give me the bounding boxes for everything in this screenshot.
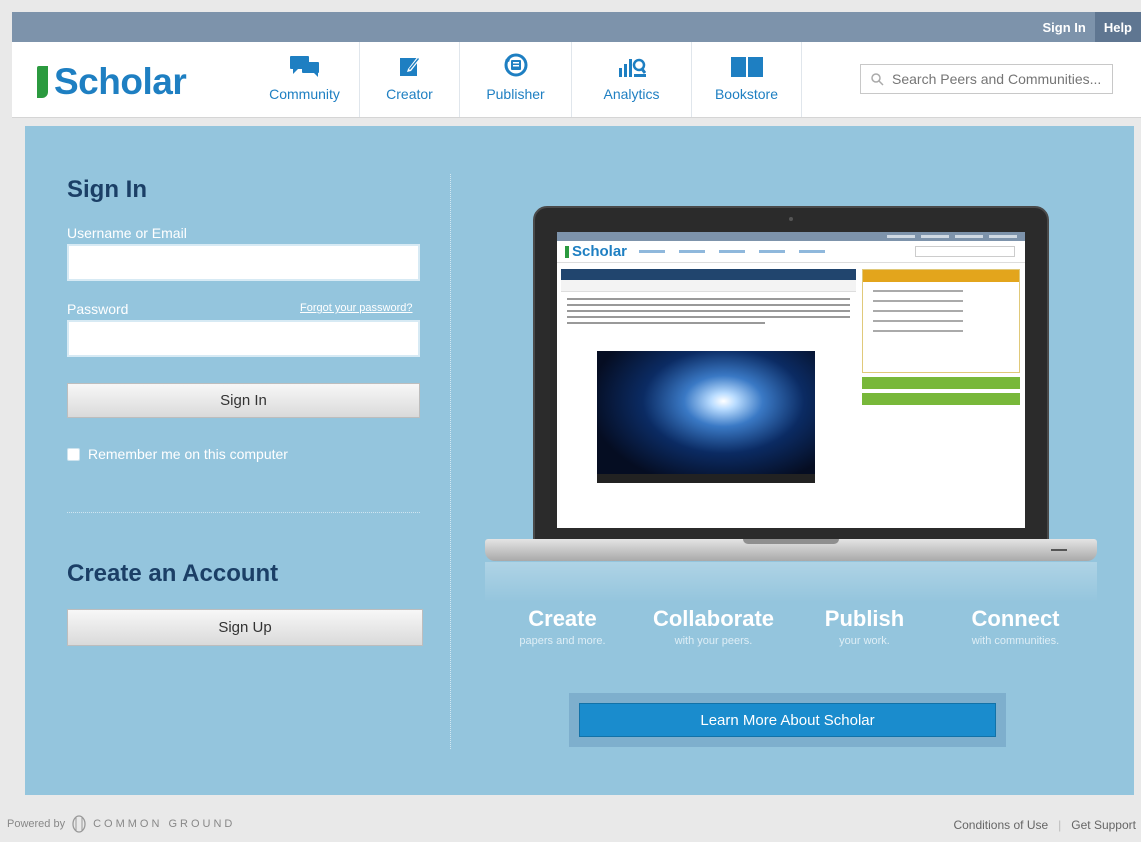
password-label: Password	[67, 301, 129, 317]
username-label: Username or Email	[67, 225, 187, 241]
laptop-reflection	[485, 562, 1097, 602]
help-link[interactable]: Help	[1094, 12, 1141, 42]
password-field[interactable]	[67, 320, 420, 357]
laptop-notch	[743, 539, 839, 544]
feature-connect: Connect with communities.	[940, 606, 1091, 647]
learn-more-wrapper: Learn More About Scholar	[569, 693, 1006, 747]
feature-subtitle: your work.	[839, 635, 890, 647]
remember-checkbox[interactable]	[67, 447, 80, 461]
create-account-title: Create an Account	[67, 560, 279, 587]
screen-tools-panel	[862, 377, 1020, 389]
top-links: Sign In Help	[1033, 12, 1141, 42]
screen-search	[915, 246, 1015, 257]
main-panel: Sign In Username or Email Password Forgo…	[25, 126, 1134, 795]
nav-item-bookstore[interactable]: Bookstore	[692, 42, 802, 117]
screen-logo: Scholar	[565, 243, 627, 260]
logo-mark-icon	[37, 66, 48, 98]
publish-cycle-icon	[504, 53, 527, 77]
screen-header: Scholar	[557, 241, 1025, 263]
screen-document	[561, 269, 856, 524]
feature-create: Create papers and more.	[487, 606, 638, 647]
forgot-password-link[interactable]: Forgot your password?	[300, 302, 413, 314]
vertical-divider	[450, 174, 451, 749]
nav-label: Community	[269, 86, 340, 102]
conditions-link[interactable]: Conditions of Use	[953, 818, 1048, 832]
feature-subtitle: with communities.	[971, 635, 1060, 647]
screen-sidebar	[862, 269, 1020, 405]
top-bar: Sign In Help	[12, 12, 1141, 42]
bar-chart-icon	[618, 58, 646, 77]
learn-more-button[interactable]: Learn More About Scholar	[579, 703, 996, 737]
feature-title: Publish	[824, 606, 905, 631]
laptop-led	[1051, 549, 1067, 551]
powered-by-label: Powered by	[7, 818, 66, 830]
screen-topbar	[557, 232, 1025, 241]
features-row: Create papers and more. Collaborate with…	[487, 606, 1091, 647]
search-box[interactable]	[860, 64, 1113, 94]
feature-title: Connect	[971, 606, 1060, 631]
nav-item-publisher[interactable]: Publisher	[460, 42, 572, 117]
top-signin-link[interactable]: Sign In	[1033, 12, 1094, 42]
chat-bubbles-icon	[289, 56, 319, 77]
username-field[interactable]	[67, 244, 420, 281]
screen-text-lines	[561, 292, 856, 324]
pencil-icon	[399, 56, 421, 76]
main-nav: Community Creator Publisher Analytics Bo…	[250, 42, 802, 117]
screen-video	[597, 351, 815, 483]
powered-by: Powered by COMMON GROUND	[7, 815, 235, 833]
screen-works-panel	[862, 269, 1020, 373]
signin-button[interactable]: Sign In	[67, 383, 420, 418]
nav-item-community[interactable]: Community	[250, 42, 360, 117]
camera-dot	[789, 217, 793, 221]
laptop-screen: Scholar	[557, 232, 1025, 528]
screen-toolbar	[561, 280, 856, 292]
password-input[interactable]	[69, 322, 418, 355]
common-ground-brand[interactable]: COMMON GROUND	[93, 818, 235, 830]
nav-item-analytics[interactable]: Analytics	[572, 42, 692, 117]
screen-feedback-panel	[862, 393, 1020, 405]
remember-me[interactable]: Remember me on this computer	[67, 446, 288, 462]
feature-subtitle: with your peers.	[674, 635, 753, 647]
remember-label: Remember me on this computer	[88, 446, 288, 462]
footer: Powered by COMMON GROUND Conditions of U…	[0, 805, 1141, 842]
signin-title: Sign In	[67, 176, 147, 203]
screen-body	[557, 263, 1025, 526]
nav-label: Creator	[386, 86, 433, 102]
username-input[interactable]	[69, 246, 418, 279]
feature-publish: Publish your work.	[789, 606, 940, 647]
divider	[67, 512, 420, 513]
logo-text: Scholar	[54, 61, 187, 102]
nav-label: Analytics	[603, 86, 660, 102]
video-controls	[597, 474, 815, 483]
search-icon	[871, 72, 884, 86]
nav-label: Publisher	[486, 86, 545, 102]
laptop-lid: Scholar	[533, 206, 1049, 542]
feature-title: Create	[528, 606, 597, 631]
nav-label: Bookstore	[714, 86, 779, 102]
support-link[interactable]: Get Support	[1071, 818, 1136, 832]
footer-links: Conditions of Use | Get Support	[953, 818, 1136, 832]
nav-item-creator[interactable]: Creator	[360, 42, 460, 117]
feature-collaborate: Collaborate with your peers.	[638, 606, 789, 647]
laptop-base	[485, 539, 1097, 561]
footer-separator: |	[1058, 818, 1062, 832]
screen-doc-title	[561, 269, 856, 280]
screen-nav	[639, 250, 826, 253]
scholar-logo[interactable]: Scholar	[37, 61, 187, 103]
search-input[interactable]	[892, 71, 1107, 87]
signup-button[interactable]: Sign Up	[67, 609, 423, 646]
laptop-illustration: Scholar	[485, 206, 1097, 602]
feature-title: Collaborate	[652, 606, 775, 631]
feature-subtitle: papers and more.	[519, 635, 606, 647]
common-ground-logo-icon	[72, 815, 86, 833]
header: Scholar Community Creator Publisher Anal…	[12, 42, 1141, 118]
open-book-icon	[730, 57, 763, 77]
